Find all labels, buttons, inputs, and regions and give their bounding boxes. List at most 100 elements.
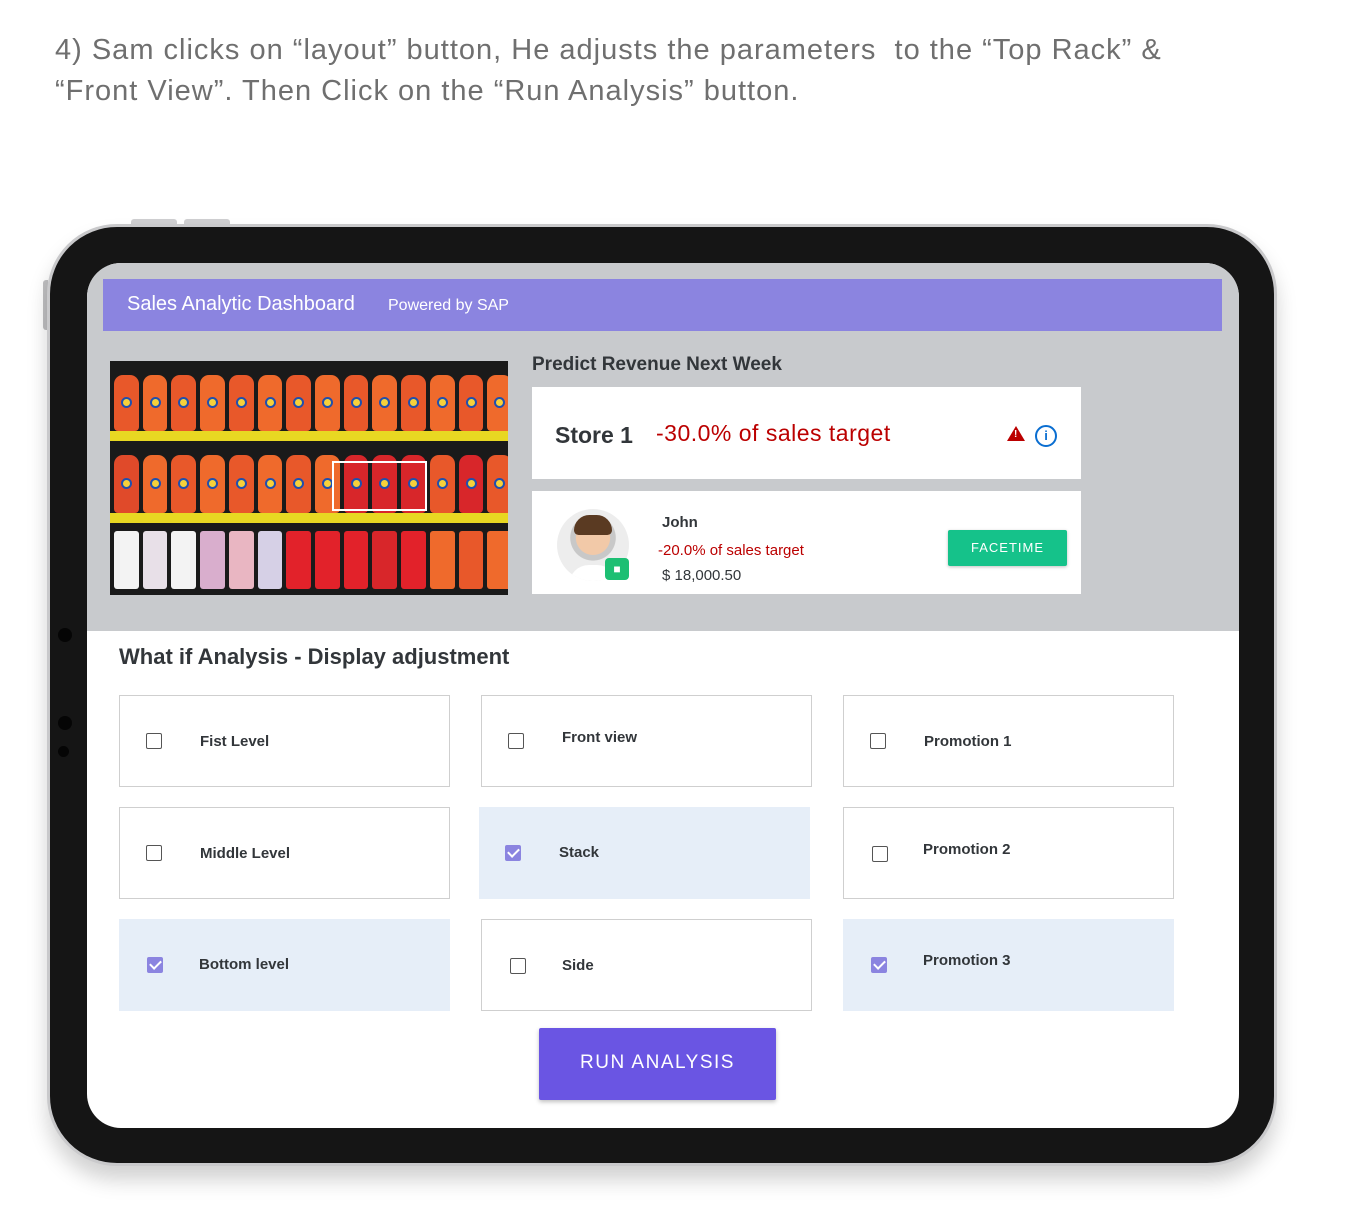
- detergent-bottle: [315, 375, 340, 431]
- checkbox[interactable]: [870, 733, 886, 749]
- detergent-bottle: [286, 375, 312, 431]
- option-label: Stack: [559, 844, 600, 861]
- check-icon: [873, 957, 886, 970]
- detergent-box: [286, 531, 312, 589]
- warning-triangle-icon: !: [1007, 426, 1025, 441]
- option-middle-level[interactable]: Middle Level: [119, 807, 450, 899]
- shelf-row-top: [110, 369, 508, 431]
- app-subtitle: Powered by SAP: [388, 297, 509, 314]
- detergent-box: [228, 531, 254, 589]
- detergent-bottle: [429, 455, 455, 513]
- caption-line-1: 4) Sam clicks on “layout” button, He adj…: [55, 34, 1162, 66]
- detergent-box: [142, 531, 168, 589]
- sensor-dot: [58, 716, 72, 730]
- option-label: Front view: [562, 729, 638, 746]
- option-promotion-2[interactable]: Promotion 2: [843, 807, 1174, 899]
- predict-heading: Predict Revenue Next Week: [532, 354, 782, 375]
- detergent-bottle: [228, 455, 254, 513]
- checkbox-checked[interactable]: [505, 845, 521, 861]
- detergent-box: [343, 531, 369, 589]
- store-sales-target: -30.0% of sales target: [656, 420, 891, 446]
- app-title: Sales Analytic Dashboard: [127, 293, 355, 315]
- detergent-box: [487, 531, 508, 589]
- store-name: Store 1: [555, 422, 633, 448]
- facetime-button[interactable]: FACETIME: [948, 530, 1067, 566]
- detergent-bottle: [286, 455, 312, 513]
- detergent-bottle: [487, 455, 508, 513]
- detergent-bottle: [142, 375, 168, 431]
- detergent-bottle: [114, 375, 139, 431]
- check-icon: [507, 845, 520, 858]
- checkbox[interactable]: [872, 846, 888, 862]
- option-promotion-1[interactable]: Promotion 1: [843, 695, 1174, 787]
- option-label: Bottom level: [199, 956, 290, 973]
- detergent-bottle: [200, 375, 225, 431]
- run-analysis-button[interactable]: RUN ANALYSIS: [539, 1028, 776, 1100]
- option-side[interactable]: Side: [481, 919, 812, 1011]
- detergent-box: [171, 531, 197, 589]
- detergent-box: [429, 531, 455, 589]
- check-icon: [149, 957, 162, 970]
- contact-sales-target: -20.0% of sales target: [658, 542, 804, 559]
- detergent-bottle: [343, 375, 369, 431]
- sensor-dot: [58, 746, 69, 757]
- detergent-bottle: [257, 375, 283, 431]
- store-card[interactable]: Store 1 -30.0% of sales target ! i: [532, 387, 1081, 479]
- selection-highlight[interactable]: [332, 461, 427, 511]
- detergent-bottle: [114, 455, 139, 513]
- checkbox[interactable]: [508, 733, 524, 749]
- checkbox-checked[interactable]: [147, 957, 163, 973]
- detergent-bottle: [171, 375, 197, 431]
- detergent-bottle: [171, 455, 197, 513]
- analysis-heading: What if Analysis - Display adjustment: [119, 644, 510, 669]
- option-front-view[interactable]: Front view: [481, 695, 812, 787]
- shelf-photo[interactable]: [110, 361, 508, 595]
- detergent-bottle: [372, 375, 398, 431]
- shelf-row-middle: [110, 451, 508, 513]
- tablet-screen: Sales Analytic Dashboard Powered by SAP: [87, 263, 1239, 1128]
- contact-name: John: [662, 514, 698, 531]
- shelf-edge: [110, 431, 508, 441]
- camera-dot: [58, 628, 72, 642]
- detergent-box: [401, 531, 426, 589]
- detergent-bottle: [458, 455, 484, 513]
- detergent-bottle: [142, 455, 168, 513]
- detergent-box: [257, 531, 283, 589]
- shelf-edge: [110, 513, 508, 523]
- option-label: Middle Level: [200, 845, 291, 862]
- option-bottom-level[interactable]: Bottom level: [119, 919, 450, 1011]
- dashboard-header-area: Sales Analytic Dashboard Powered by SAP: [87, 263, 1239, 631]
- detergent-bottle: [200, 455, 225, 513]
- checkbox[interactable]: [146, 733, 162, 749]
- option-promotion-3[interactable]: Promotion 3: [843, 919, 1174, 1011]
- app-bar: Sales Analytic Dashboard Powered by SAP: [103, 279, 1222, 331]
- detergent-bottle: [429, 375, 455, 431]
- option-label: Promotion 3: [923, 952, 1011, 969]
- option-fist-level[interactable]: Fist Level: [119, 695, 450, 787]
- checkbox[interactable]: [510, 958, 526, 974]
- detergent-box: [114, 531, 139, 589]
- detergent-bottle: [458, 375, 484, 431]
- detergent-bottle: [487, 375, 508, 431]
- info-circle-icon[interactable]: i: [1035, 425, 1057, 447]
- option-label: Promotion 2: [923, 841, 1011, 858]
- option-label: Promotion 1: [924, 733, 1012, 750]
- option-label: Fist Level: [200, 733, 270, 750]
- option-stack[interactable]: Stack: [479, 807, 810, 899]
- detergent-bottle: [401, 375, 426, 431]
- video-camera-icon: ■: [605, 558, 629, 580]
- detergent-box: [315, 531, 340, 589]
- checkbox[interactable]: [146, 845, 162, 861]
- detergent-bottle: [257, 455, 283, 513]
- contact-amount: $ 18,000.50: [662, 567, 742, 584]
- detergent-box: [200, 531, 225, 589]
- detergent-box: [372, 531, 398, 589]
- checkbox-checked[interactable]: [871, 957, 887, 973]
- detergent-bottle: [228, 375, 254, 431]
- shelf-row-bottom: [110, 531, 508, 595]
- detergent-box: [458, 531, 484, 589]
- contact-card: ■ John -20.0% of sales target $ 18,000.5…: [532, 491, 1081, 594]
- option-label: Side: [562, 957, 594, 974]
- caption-line-2: “Front View”. Then Click on the “Run Ana…: [55, 75, 800, 107]
- instruction-caption: 4) Sam clicks on “layout” button, He adj…: [55, 30, 1305, 112]
